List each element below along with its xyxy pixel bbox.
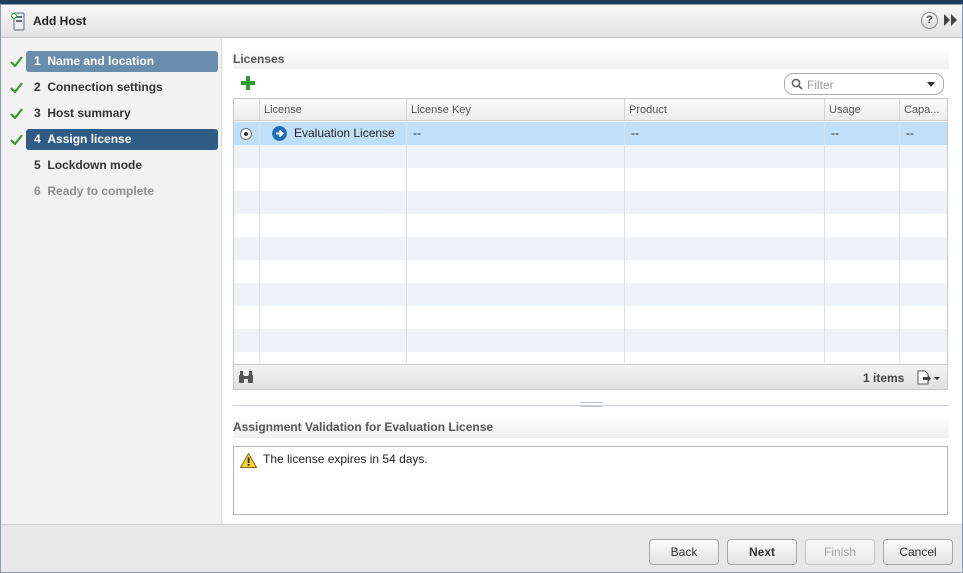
validation-box: The license expires in 54 days.: [233, 446, 948, 515]
step-label: Host summary: [47, 106, 131, 120]
step-assign-license[interactable]: 4 Assign license: [1, 129, 222, 151]
empty-row: [234, 168, 947, 191]
host-icon: [11, 12, 25, 31]
dialog-title: Add Host: [33, 14, 87, 28]
empty-row: [234, 329, 947, 352]
checkmark-icon: [10, 134, 23, 145]
column-divider: [899, 121, 900, 363]
validation-message: The license expires in 54 days.: [263, 452, 428, 466]
step-number: 5: [34, 158, 41, 172]
column-header-usage[interactable]: Usage: [825, 99, 900, 121]
filter-input[interactable]: Filter: [784, 73, 944, 95]
next-button[interactable]: Next: [727, 539, 797, 565]
column-header-license[interactable]: License: [260, 99, 407, 121]
step-label: Lockdown mode: [47, 158, 143, 172]
search-icon: [791, 78, 803, 90]
finish-button: Finish: [805, 539, 875, 565]
cancel-button[interactable]: Cancel: [883, 539, 953, 565]
step-label: Assign license: [47, 132, 132, 146]
licenses-header: Licenses: [233, 49, 949, 69]
cell-usage: --: [831, 126, 839, 140]
main-panel: Licenses Filter License License Key Prod…: [223, 39, 962, 524]
cell-product: --: [631, 126, 639, 140]
table-header: License License Key Product Usage Capa..…: [234, 99, 947, 121]
add-host-dialog: Add Host ? 1 Name and location 2 Connect…: [0, 4, 963, 573]
step-lockdown-mode[interactable]: 5 Lockdown mode: [1, 155, 222, 177]
step-label: Ready to complete: [47, 184, 155, 198]
cell-license-key: --: [413, 126, 421, 140]
wizard-steps: 1 Name and location 2 Connection setting…: [1, 39, 222, 524]
empty-row: [234, 283, 947, 306]
column-divider: [824, 121, 825, 363]
column-divider: [259, 121, 260, 363]
splitter-grip[interactable]: [580, 402, 602, 407]
arrow-right-icon[interactable]: [272, 126, 287, 141]
step-connection-settings[interactable]: 2 Connection settings: [1, 77, 222, 99]
table-row[interactable]: Evaluation License -- -- -- --: [234, 122, 947, 145]
title-bar[interactable]: Add Host ?: [1, 5, 962, 38]
step-number: 4: [34, 132, 41, 146]
column-divider: [624, 121, 625, 363]
cell-capacity: --: [906, 126, 914, 140]
column-divider: [406, 121, 407, 363]
help-icon[interactable]: ?: [921, 12, 938, 29]
empty-row: [234, 214, 947, 237]
step-host-summary[interactable]: 3 Host summary: [1, 103, 222, 125]
step-number: 2: [34, 80, 41, 94]
add-icon[interactable]: [241, 76, 255, 90]
step-number: 6: [34, 184, 41, 198]
chevron-down-icon[interactable]: [927, 82, 935, 87]
export-icon[interactable]: [917, 370, 941, 385]
warning-icon: [240, 453, 257, 468]
column-header-capacity[interactable]: Capa...: [900, 99, 947, 121]
validation-header: Assignment Validation for Evaluation Lic…: [233, 416, 949, 438]
licenses-table: License License Key Product Usage Capa..…: [233, 98, 948, 390]
step-ready-to-complete: 6 Ready to complete: [1, 181, 222, 203]
step-label: Connection settings: [47, 80, 163, 94]
step-number: 1: [34, 54, 41, 68]
items-count: 1 items: [863, 371, 905, 385]
checkmark-icon: [10, 108, 23, 119]
column-header-select: [234, 99, 260, 121]
checkmark-icon: [10, 56, 23, 67]
empty-row: [234, 306, 947, 329]
column-header-product[interactable]: Product: [625, 99, 825, 121]
dialog-footer: Back Next Finish Cancel: [1, 524, 962, 572]
filter-placeholder: Filter: [807, 78, 834, 92]
checkmark-icon: [10, 82, 23, 93]
empty-row: [234, 191, 947, 214]
back-button[interactable]: Back: [649, 539, 719, 565]
column-header-license-key[interactable]: License Key: [407, 99, 625, 121]
empty-row: [234, 260, 947, 283]
step-number: 3: [34, 106, 41, 120]
step-name-and-location[interactable]: 1 Name and location: [1, 51, 222, 73]
empty-row: [234, 145, 947, 168]
table-footer: 1 items: [234, 364, 947, 389]
cell-license: Evaluation License: [294, 126, 395, 140]
row-radio[interactable]: [240, 128, 252, 140]
step-label: Name and location: [47, 54, 155, 68]
expand-icon[interactable]: [944, 14, 958, 26]
empty-row: [234, 237, 947, 260]
binoculars-icon[interactable]: [238, 371, 254, 384]
